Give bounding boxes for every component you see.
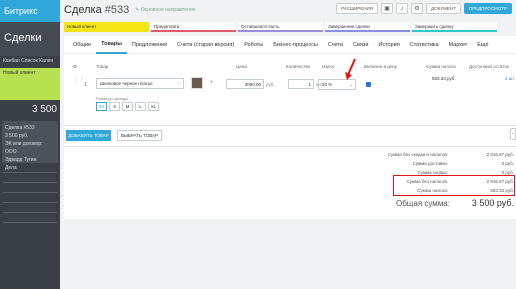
stage-closing[interactable]: Завершение сделки: [325, 22, 410, 32]
stage-finish[interactable]: Завершить сделку: [412, 22, 497, 32]
total-label: Сумма доставки:: [412, 161, 448, 166]
bg-kanban-column: Новый клиент: [0, 68, 60, 100]
quantity-input[interactable]: 1: [288, 79, 314, 89]
sizes-label: Размеры одежды: [96, 96, 129, 101]
select-product-button[interactable]: ВЫБРАТЬ ТОВАР: [117, 130, 162, 141]
header-tax-sum: Сумма налога: [426, 64, 456, 69]
table-header: ⚙ Товар Цена Количество Налог Включен в …: [64, 62, 516, 72]
total-row: Сумма доставки: 0 руб.: [344, 159, 514, 168]
bg-card-title: Сделка #533: [5, 125, 35, 131]
product-name: Шелковое черное платье: [100, 81, 153, 86]
total-value: 2 916.67 руб.: [486, 152, 514, 157]
header-actions: РАСШИРЕНИЯ ▣ ♪ ⚙ ДОКУМЕНТ ПРЕДПРОСМОТР: [336, 3, 512, 14]
collapse-handle[interactable]: ‹: [510, 128, 516, 140]
chevron-down-icon: ⌄: [349, 82, 353, 87]
table-row: ⋮⋮ 1 Шелковое черное платье → + 3000.00 …: [64, 76, 516, 122]
bg-card-company: ЭК или договор: ООО: [5, 141, 43, 155]
deal-panel: Сделка #533 ✎ Основное направление РАСШИ…: [60, 0, 516, 289]
direction-label: Основное направление: [140, 7, 196, 13]
row-tax-sum: 583.33 руб.: [432, 76, 456, 81]
tab-offers[interactable]: Предложения: [127, 36, 172, 54]
divider: [64, 146, 516, 147]
background-crm: Битрикс Сделки Канбан Список Кален Новый…: [0, 0, 60, 289]
add-product-button[interactable]: ДОБАВИТЬ ТОВАР: [66, 130, 111, 141]
header-quantity: Количество: [286, 64, 311, 69]
size-xl[interactable]: XL: [148, 102, 159, 111]
stage-prepayment[interactable]: Предоплата: [151, 22, 236, 32]
gear-icon[interactable]: ⚙: [411, 3, 424, 14]
product-name-field[interactable]: Шелковое черное платье →: [96, 78, 184, 89]
grand-total-label: Общая сумма:: [396, 198, 450, 208]
settings-icon[interactable]: ⚙: [73, 64, 77, 70]
grand-total-value: 3 500 руб.: [471, 198, 514, 208]
direction-link[interactable]: ✎ Основное направление: [135, 7, 195, 13]
product-image[interactable]: [191, 77, 203, 89]
bell-icon[interactable]: ♪: [396, 3, 409, 14]
bg-card-sum: 3 500 руб.: [5, 133, 29, 139]
plus-icon[interactable]: +: [210, 80, 214, 86]
tab-statistics[interactable]: Статистика: [405, 36, 444, 54]
bg-column-title: Новый клиент: [3, 70, 36, 76]
bg-empty-lines: [3, 172, 57, 223]
header-tax: Налог: [322, 64, 335, 69]
highlight-box: [393, 175, 515, 196]
total-row: Сумма без скидки и налогов: 2 916.67 руб…: [344, 150, 514, 159]
total-value: 0 руб.: [501, 161, 514, 166]
bg-card-action: Дела: [5, 165, 17, 171]
bg-column-sum: 3 500: [31, 104, 57, 115]
preview-button[interactable]: ПРЕДПРОСМОТР: [463, 3, 512, 14]
tab-general[interactable]: Общие: [68, 36, 96, 54]
title-label: Сделка: [64, 4, 102, 16]
document-button[interactable]: ДОКУМЕНТ: [426, 3, 461, 14]
price-input[interactable]: 3000.00: [226, 79, 264, 89]
arrow-right-icon[interactable]: →: [176, 80, 181, 86]
size-s[interactable]: S: [109, 102, 120, 111]
tab-links[interactable]: Связи: [348, 36, 373, 54]
bg-card-contact: Эдвард Тугин: [5, 157, 37, 163]
page-title: Сделка #533: [64, 4, 129, 16]
deal-number: #533: [104, 4, 130, 16]
tab-invoices-old[interactable]: Счета (старая версия): [172, 36, 239, 54]
stage-remaining[interactable]: Оставшаяся часть: [238, 22, 323, 32]
grand-total: Общая сумма: 3 500 руб.: [364, 198, 514, 208]
header-product: Товар: [96, 64, 109, 69]
header-tax-included: Включен в цену: [364, 64, 397, 69]
tab-products[interactable]: Товары: [96, 36, 127, 54]
size-m[interactable]: M: [122, 102, 133, 111]
divider: [64, 125, 516, 126]
header-price: Цена: [236, 64, 247, 69]
camera-icon[interactable]: ▣: [381, 3, 394, 14]
tab-business-processes[interactable]: Бизнес-процессы: [268, 36, 323, 54]
stage-new-client[interactable]: Новый клиент: [64, 22, 149, 32]
header-stock: Доступный остаток: [469, 64, 509, 69]
extensions-button[interactable]: РАСШИРЕНИЯ: [336, 3, 379, 14]
bg-topbar: Битрикс: [0, 0, 60, 22]
total-label: Сумма без скидки и налогов:: [387, 152, 448, 157]
tax-included-checkbox[interactable]: [366, 82, 371, 87]
size-l[interactable]: L: [135, 102, 146, 111]
size-options: XS S M L XL: [96, 102, 159, 111]
tab-bar: Общие Товары Предложения Счета (старая в…: [64, 36, 516, 54]
bg-header: Сделки: [0, 22, 60, 56]
bg-brand: Битрикс: [4, 6, 38, 16]
bg-view-tabs[interactable]: Канбан Список Кален: [0, 56, 60, 68]
tab-history[interactable]: История: [373, 36, 404, 54]
tab-robots[interactable]: Роботы: [239, 36, 268, 54]
size-xs[interactable]: XS: [96, 102, 107, 111]
annotation-arrow: [345, 58, 356, 80]
price-currency: руб.: [266, 82, 275, 87]
tab-invoices[interactable]: Счета: [323, 36, 348, 54]
tax-select[interactable]: 20 % ⌄: [318, 79, 356, 90]
row-number: 1: [84, 82, 87, 88]
pencil-icon[interactable]: ✎: [135, 7, 139, 13]
tab-market[interactable]: Маркет: [444, 36, 473, 54]
tax-value: 20 %: [322, 82, 333, 87]
tab-more[interactable]: Ещё: [472, 36, 493, 54]
stock-link[interactable]: 2 шт: [505, 76, 514, 81]
stage-bar: Новый клиент Предоплата Оставшаяся часть…: [64, 22, 497, 32]
bg-deal-card[interactable]: Сделка #533 3 500 руб. ЭК или договор: О…: [2, 121, 58, 171]
